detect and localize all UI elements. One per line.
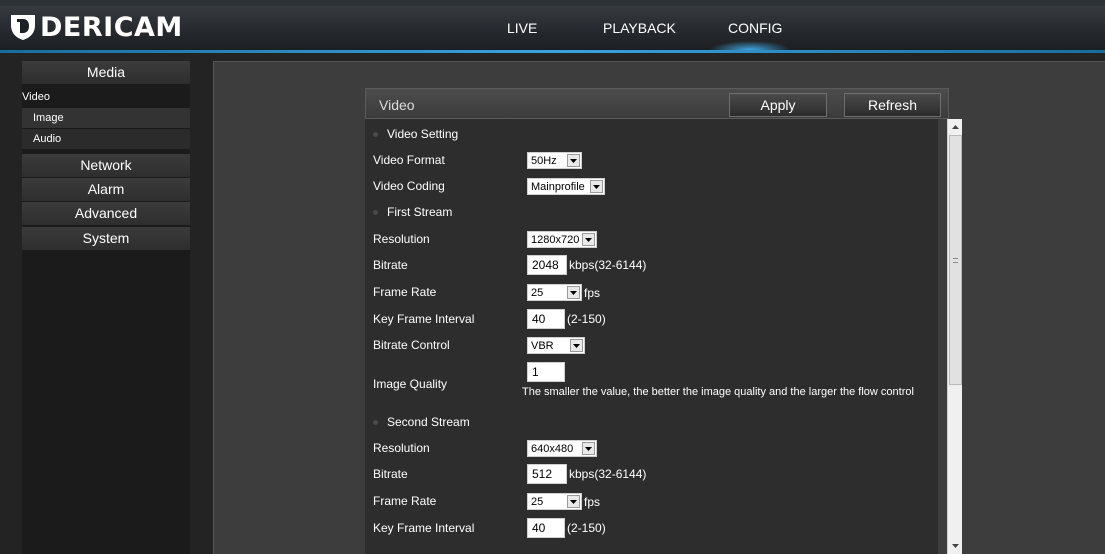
second-keyframe-control: 40 (2-150)	[527, 518, 606, 538]
panel-header: Video Apply Refresh	[365, 88, 949, 119]
second-keyframe-input[interactable]: 40	[527, 518, 565, 538]
chevron-down-icon	[567, 495, 580, 508]
second-bitrate-control: 512 kbps(32-6144)	[527, 464, 646, 484]
sidebar-item-audio[interactable]: Audio	[22, 129, 190, 149]
select-value: 25	[531, 286, 544, 299]
nav-config[interactable]: CONFIG	[728, 20, 782, 36]
sidebar-item-advanced[interactable]: Advanced	[22, 202, 190, 225]
keyframe-unit: (2-150)	[567, 521, 606, 535]
bitrate-unit: kbps(32-6144)	[569, 467, 647, 481]
image-quality-label: Image Quality	[373, 377, 448, 391]
image-quality-hint: The smaller the value, the better the im…	[522, 386, 914, 398]
framerate-unit: fps	[584, 494, 601, 509]
app-window: DERICAM LIVE PLAYBACK CONFIG Media Video…	[0, 0, 1105, 554]
sidebar-item-media[interactable]: Media	[22, 61, 190, 84]
select-value: 1280x720	[531, 233, 580, 246]
bitrate-control-select[interactable]: VBR	[527, 337, 585, 354]
second-resolution-select[interactable]: 640x480	[527, 440, 597, 457]
section-first-stream: First Stream	[373, 205, 452, 219]
second-bitrate-input[interactable]: 512	[527, 464, 567, 484]
first-bitrate-label: Bitrate	[373, 258, 408, 272]
second-keyframe-label: Key Frame Interval	[373, 521, 475, 535]
first-resolution-select[interactable]: 1280x720	[527, 231, 597, 248]
panel-body: Video Setting Video Format 50Hz Video Co…	[365, 119, 938, 554]
chevron-down-icon	[582, 233, 595, 246]
second-framerate-label: Frame Rate	[373, 494, 437, 508]
nav-playback[interactable]: PLAYBACK	[603, 20, 676, 36]
second-bitrate-label: Bitrate	[373, 467, 408, 481]
select-value: 640x480	[531, 442, 574, 455]
bullet-icon	[373, 131, 378, 137]
bullet-icon	[373, 209, 378, 215]
vertical-scrollbar[interactable]	[947, 119, 962, 554]
grip-icon	[953, 257, 958, 263]
section-title: Second Stream	[387, 415, 470, 429]
shield-icon	[11, 15, 35, 40]
video-format-control: 50Hz	[527, 152, 582, 169]
video-coding-label: Video Coding	[373, 179, 445, 193]
header-accent-bar	[0, 50, 1105, 53]
first-framerate-select[interactable]: 25	[527, 284, 582, 301]
second-resolution-control: 640x480	[527, 440, 597, 457]
section-title: First Stream	[387, 205, 453, 219]
sidebar: Media Video Image Audio Network Alarm Ad…	[22, 61, 190, 554]
sidebar-item-system[interactable]: System	[22, 227, 190, 250]
sidebar-item-label: Video	[22, 91, 50, 103]
image-quality-control: 1	[527, 362, 565, 382]
select-value: 50Hz	[531, 154, 557, 167]
chevron-down-icon	[570, 339, 583, 352]
bitrate-control-control: VBR	[527, 337, 585, 354]
first-keyframe-label: Key Frame Interval	[373, 312, 475, 326]
section-video-setting: Video Setting	[373, 127, 458, 141]
video-format-label: Video Format	[373, 153, 445, 167]
first-resolution-label: Resolution	[373, 232, 430, 246]
video-format-select[interactable]: 50Hz	[527, 152, 582, 169]
second-framerate-select[interactable]: 25	[527, 493, 582, 510]
bitrate-unit: kbps(32-6144)	[569, 258, 647, 272]
sidebar-item-video[interactable]: Video	[22, 87, 190, 107]
first-resolution-control: 1280x720	[527, 231, 597, 248]
chevron-down-icon	[567, 286, 580, 299]
bitrate-control-label: Bitrate Control	[373, 338, 450, 352]
video-coding-select[interactable]: Mainprofile	[527, 178, 605, 195]
bullet-icon	[373, 419, 378, 425]
select-value: Mainprofile	[531, 180, 585, 193]
first-keyframe-input[interactable]: 40	[527, 309, 565, 329]
select-value: 25	[531, 495, 544, 508]
chevron-down-icon	[567, 154, 580, 167]
chevron-down-icon	[590, 180, 603, 193]
select-value: VBR	[531, 339, 554, 352]
video-settings-panel: Video Apply Refresh Video Setting Video …	[365, 88, 962, 554]
section-second-stream: Second Stream	[373, 415, 470, 429]
first-keyframe-control: 40 (2-150)	[527, 309, 606, 329]
apply-button[interactable]: Apply	[729, 93, 827, 117]
section-title: Video Setting	[387, 127, 459, 141]
nav-live[interactable]: LIVE	[507, 20, 537, 36]
video-coding-control: Mainprofile	[527, 178, 605, 195]
sidebar-item-alarm[interactable]: Alarm	[22, 178, 190, 201]
image-quality-input[interactable]: 1	[527, 362, 565, 382]
refresh-button[interactable]: Refresh	[844, 93, 941, 117]
framerate-unit: fps	[584, 285, 601, 300]
sidebar-item-image[interactable]: Image	[22, 108, 190, 128]
brand-name: DERICAM	[40, 11, 183, 43]
sidebar-item-network[interactable]: Network	[22, 154, 190, 177]
first-framerate-label: Frame Rate	[373, 285, 437, 299]
brand-logo: DERICAM	[10, 11, 183, 43]
second-resolution-label: Resolution	[373, 441, 430, 455]
panel-title: Video	[379, 97, 415, 113]
scroll-thumb[interactable]	[949, 135, 962, 385]
chevron-down-icon	[582, 442, 595, 455]
active-nav-indicator	[710, 41, 790, 50]
first-bitrate-input[interactable]: 2048	[527, 255, 567, 275]
second-framerate-control: 25 fps	[527, 493, 600, 510]
scroll-down-arrow-icon[interactable]	[949, 539, 962, 553]
header-topline	[0, 0, 1105, 6]
first-framerate-control: 25 fps	[527, 284, 600, 301]
keyframe-unit: (2-150)	[567, 312, 606, 326]
top-header: DERICAM LIVE PLAYBACK CONFIG	[0, 0, 1105, 50]
scroll-up-arrow-icon[interactable]	[949, 120, 962, 134]
first-bitrate-control: 2048 kbps(32-6144)	[527, 255, 646, 275]
